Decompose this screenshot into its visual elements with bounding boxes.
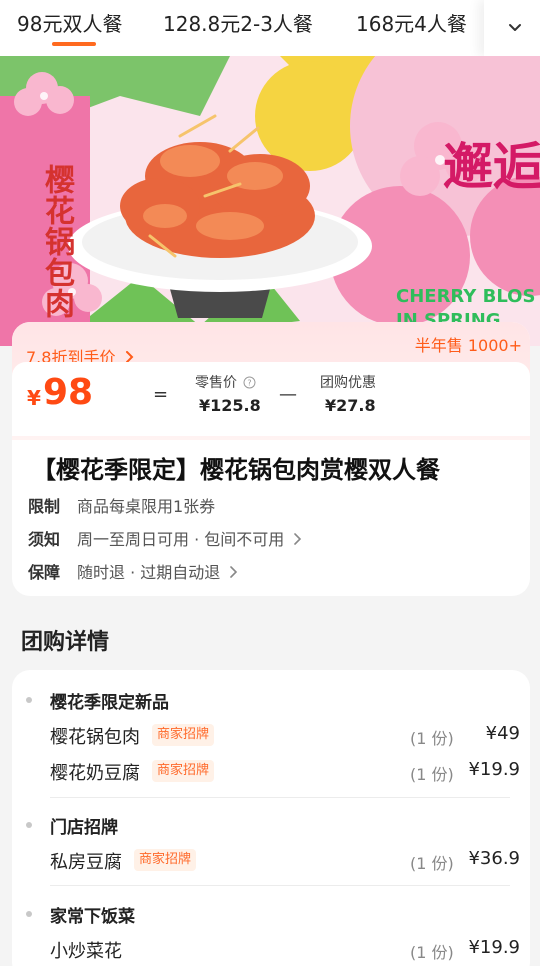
group-name: 家常下饭菜 bbox=[50, 907, 135, 927]
info-value: 周一至周日可用 · 包间不可用 bbox=[77, 526, 302, 550]
banner-english-line1: CHERRY BLOS bbox=[396, 286, 536, 307]
package-tab-bar: 98元双人餐 128.8元2-3人餐 168元4人餐 bbox=[0, 0, 540, 56]
info-key: 须知 bbox=[28, 530, 61, 549]
svg-text:?: ? bbox=[248, 379, 252, 388]
list-item: 小炒菜花 (1 份) ¥19.9 bbox=[50, 937, 520, 965]
deal-title: 【樱花季限定】樱花锅包肉赏樱双人餐 bbox=[32, 456, 440, 484]
item-quantity: (1 份) bbox=[410, 943, 454, 962]
item-quantity: (1 份) bbox=[410, 765, 454, 784]
list-item: 私房豆腐 商家招牌 (1 份) ¥36.9 bbox=[50, 848, 520, 876]
item-quantity: (1 份) bbox=[410, 729, 454, 748]
info-value: 随时退 · 过期自动退 bbox=[77, 559, 238, 583]
banner-dish-name: 樱花锅包肉 bbox=[39, 164, 74, 319]
active-tab-indicator bbox=[52, 42, 96, 46]
price-header: 7.8折到手价 半年售 1000+ ¥ 98 = 零售价 ? ¥125.8 — … bbox=[12, 322, 530, 440]
group-discount-label: 团购优惠 bbox=[320, 375, 376, 391]
minus-sign: — bbox=[279, 384, 297, 405]
retail-price-value: ¥125.8 bbox=[199, 396, 261, 415]
chevron-right-icon bbox=[294, 533, 302, 545]
bullet-dot bbox=[26, 697, 32, 703]
bullet-dot bbox=[26, 822, 32, 828]
item-price: ¥36.9 bbox=[468, 848, 520, 869]
group-name: 樱花季限定新品 bbox=[50, 693, 169, 713]
expand-tabs-button[interactable] bbox=[484, 0, 540, 56]
tab-128-2-3[interactable]: 128.8元2-3人餐 bbox=[163, 8, 313, 37]
info-key: 保障 bbox=[28, 563, 61, 582]
final-price: 98 bbox=[43, 372, 94, 413]
price-card: 7.8折到手价 半年售 1000+ ¥ 98 = 零售价 ? ¥125.8 — … bbox=[12, 322, 530, 596]
item-name: 樱花锅包肉 bbox=[50, 727, 140, 748]
group-name: 门店招牌 bbox=[50, 818, 118, 838]
help-icon: ? bbox=[243, 376, 256, 389]
group-discount-value: ¥27.8 bbox=[325, 396, 376, 415]
item-name: 樱花奶豆腐 bbox=[50, 763, 140, 784]
price-breakdown: ¥ 98 = 零售价 ? ¥125.8 — 团购优惠 ¥27.8 bbox=[12, 362, 530, 436]
currency-symbol: ¥ bbox=[27, 386, 41, 410]
info-key: 限制 bbox=[28, 497, 61, 516]
banner-headline: 邂逅的 bbox=[443, 138, 540, 196]
signature-badge: 商家招牌 bbox=[152, 760, 215, 782]
bullet-dot bbox=[26, 911, 32, 917]
equals-sign: = bbox=[153, 384, 169, 405]
tab-98-double[interactable]: 98元双人餐 bbox=[17, 8, 122, 37]
item-price: ¥49 bbox=[485, 723, 520, 744]
chevron-down-icon bbox=[509, 24, 521, 31]
info-value: 商品每桌限用1张券 bbox=[77, 497, 216, 516]
item-price: ¥19.9 bbox=[468, 937, 520, 958]
list-item: 樱花奶豆腐 商家招牌 (1 份) ¥19.9 bbox=[50, 759, 520, 787]
chevron-right-icon bbox=[230, 566, 238, 578]
item-quantity: (1 份) bbox=[410, 854, 454, 873]
divider bbox=[50, 885, 510, 886]
promo-banner: 樱花锅包肉 邂逅的 CHERRY BLOS IN SPRING bbox=[0, 56, 540, 346]
sales-count: 半年售 1000+ bbox=[414, 336, 522, 355]
list-item: 樱花锅包肉 商家招牌 (1 份) ¥49 bbox=[50, 723, 520, 751]
item-price: ¥19.9 bbox=[468, 759, 520, 780]
divider bbox=[50, 797, 510, 798]
item-name: 私房豆腐 bbox=[50, 852, 122, 873]
package-details-card: 樱花季限定新品 樱花锅包肉 商家招牌 (1 份) ¥49 樱花奶豆腐 商家招牌 … bbox=[12, 670, 530, 966]
signature-badge: 商家招牌 bbox=[134, 849, 197, 871]
retail-price-label[interactable]: 零售价 ? bbox=[195, 372, 256, 392]
signature-badge: 商家招牌 bbox=[152, 724, 215, 746]
item-name: 小炒菜花 bbox=[50, 941, 122, 962]
section-title-details: 团购详情 bbox=[21, 630, 110, 655]
tab-168-four[interactable]: 168元4人餐 bbox=[356, 8, 467, 37]
